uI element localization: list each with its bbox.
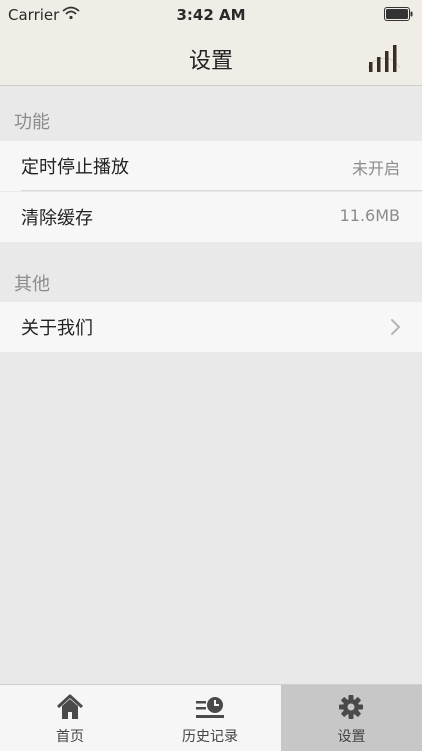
tab-history[interactable]: 历史记录 xyxy=(140,685,280,751)
tab-bar: 首页 历史记录 设置 xyxy=(0,684,422,751)
tab-settings[interactable]: 设置 xyxy=(281,685,422,751)
page-title: 设置 xyxy=(188,49,233,74)
section-header-label: 其他 xyxy=(14,274,50,295)
tab-label: 首页 xyxy=(56,729,84,745)
tab-home[interactable]: 首页 xyxy=(0,685,140,751)
gear-icon xyxy=(339,695,363,719)
history-icon xyxy=(196,697,224,718)
home-icon xyxy=(56,694,84,719)
divider xyxy=(21,190,422,191)
timer-stop-label: 定时停止播放 xyxy=(21,157,129,178)
clear-cache-cell[interactable]: 清除缓存 11.6MB xyxy=(0,192,422,242)
chevron-right-icon xyxy=(391,319,400,335)
about-us-cell[interactable]: 关于我们 xyxy=(0,302,422,352)
cache-size-value: 11.6MB xyxy=(339,206,400,225)
timer-stop-value: 未开启 xyxy=(351,159,400,178)
about-us-label: 关于我们 xyxy=(21,318,93,339)
battery-icon xyxy=(384,7,413,21)
section-header-label: 功能 xyxy=(14,112,50,133)
navigation-bar: 设置 xyxy=(0,30,422,86)
timer-stop-cell[interactable]: 定时停止播放 未开启 xyxy=(0,141,422,191)
clear-cache-label: 清除缓存 xyxy=(21,208,93,229)
tab-label: 设置 xyxy=(337,729,366,745)
section-header-function: 功能 xyxy=(0,98,422,138)
audio-level-icon[interactable] xyxy=(364,38,404,78)
status-time: 3:42 AM xyxy=(176,6,246,24)
tab-label: 历史记录 xyxy=(182,729,238,745)
section-header-other: 其他 xyxy=(0,260,422,300)
status-bar: Carrier 3:42 AM xyxy=(0,0,422,30)
